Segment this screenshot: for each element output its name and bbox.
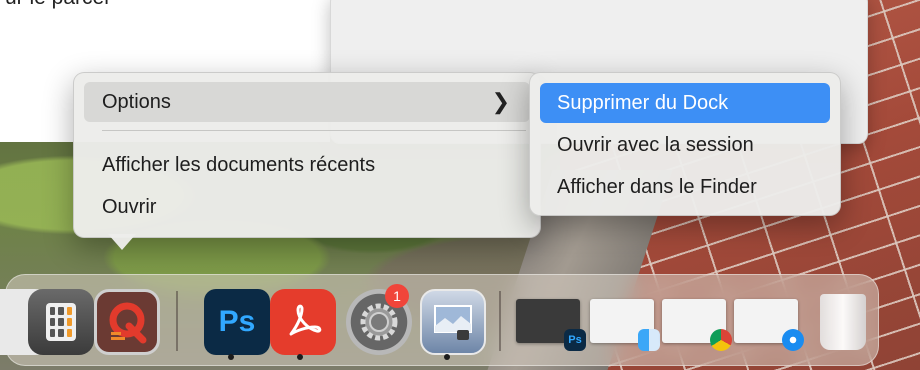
menu-item-open-label: Ouvrir	[102, 196, 157, 218]
q-glyph-icon	[109, 302, 147, 344]
q-app-icon[interactable]	[94, 289, 160, 355]
photoshop-icon: Ps	[564, 329, 586, 351]
acrobat-glyph-icon	[289, 304, 322, 336]
minimized-window-safari[interactable]	[734, 299, 804, 351]
running-indicator	[444, 354, 450, 360]
photoshop-icon[interactable]: Ps	[204, 289, 270, 355]
trash-can-glyph	[820, 294, 866, 350]
menu-item-show-recent-documents[interactable]: Afficher les documents récents	[84, 145, 530, 185]
safari-icon	[782, 329, 804, 351]
menu-item-options[interactable]: Options ❯	[84, 82, 530, 122]
options-submenu: Supprimer du Dock Ouvrir avec la session…	[529, 72, 841, 216]
menu-item-options-label: Options	[102, 91, 171, 113]
preview-glyph-icon	[434, 305, 472, 340]
acrobat-icon[interactable]	[270, 289, 336, 355]
minimized-window-finder[interactable]	[590, 299, 660, 351]
dock: Ps Ps	[0, 274, 879, 366]
calculator-icon[interactable]	[28, 289, 94, 355]
menu-pointer	[108, 234, 136, 250]
finder-icon	[638, 329, 660, 351]
submenu-item-finder-label: Afficher dans le Finder	[557, 176, 757, 198]
trash-icon[interactable]	[810, 289, 876, 355]
menu-item-open[interactable]: Ouvrir	[84, 187, 530, 227]
menu-item-recent-label: Afficher les documents récents	[102, 154, 376, 176]
running-indicator	[297, 354, 303, 360]
submenu-item-login-label: Ouvrir avec la session	[557, 134, 754, 156]
submenu-item-remove-label: Supprimer du Dock	[557, 92, 729, 114]
chevron-right-icon: ❯	[491, 89, 510, 114]
submenu-item-remove-from-dock[interactable]: Supprimer du Dock	[540, 83, 830, 123]
photoshop-label: Ps	[218, 305, 256, 338]
preview-icon[interactable]	[420, 289, 486, 355]
minimized-window-photoshop[interactable]: Ps	[516, 299, 586, 351]
notification-badge: 1	[385, 284, 409, 308]
running-indicator	[228, 354, 234, 360]
dock-context-menu: Options ❯ Afficher les documents récents…	[73, 72, 541, 238]
chrome-icon	[710, 329, 732, 351]
submenu-item-open-at-login[interactable]: Ouvrir avec la session	[540, 125, 830, 165]
calculator-keypad	[46, 303, 76, 341]
menu-divider	[102, 130, 526, 131]
background-window-text: ur le parcel	[5, 0, 109, 10]
dock-separator	[176, 291, 178, 351]
minimized-window-chrome[interactable]	[662, 299, 732, 351]
dock-separator	[499, 291, 501, 351]
submenu-item-show-in-finder[interactable]: Afficher dans le Finder	[540, 167, 830, 207]
